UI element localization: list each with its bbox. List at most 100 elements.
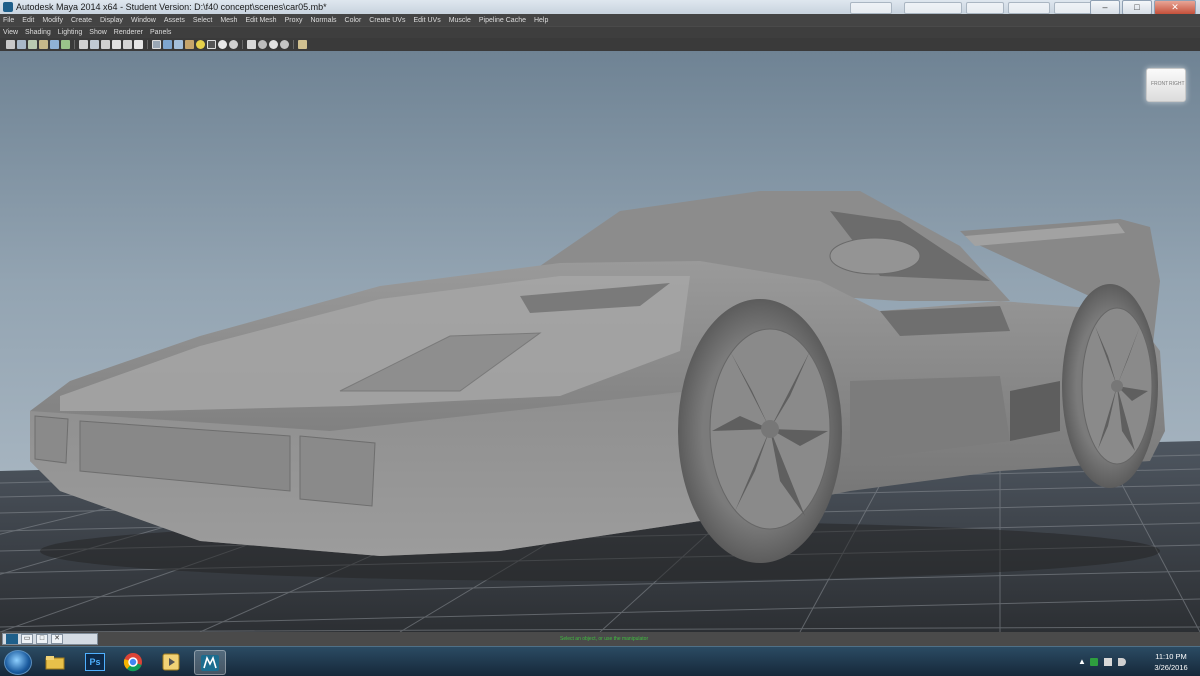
- media-player-icon: [162, 653, 180, 670]
- start-button[interactable]: [4, 650, 32, 675]
- chrome-icon: [123, 652, 142, 671]
- menu-muscle[interactable]: Muscle: [449, 17, 471, 24]
- view-cube-right-label: RIGHT: [1169, 81, 1185, 87]
- field-chart-icon[interactable]: [112, 40, 121, 49]
- title-bar-field: [904, 2, 962, 14]
- camera-attributes-icon[interactable]: [28, 40, 37, 49]
- side-intake: [1010, 381, 1060, 441]
- windows-taskbar: Ps ▲ 11:10 PM 3/26/2016: [0, 646, 1200, 676]
- title-bar-field: [850, 2, 892, 14]
- view-cube-front-label: FRONT: [1151, 81, 1169, 87]
- textured-icon[interactable]: [185, 40, 194, 49]
- taskbar-clock[interactable]: 11:10 PM 3/26/2016: [1150, 651, 1192, 673]
- photoshop-icon: Ps: [85, 652, 105, 671]
- motion-blur-icon[interactable]: [229, 40, 238, 49]
- taskbar-app-photoshop[interactable]: Ps: [80, 650, 110, 673]
- menu-edit-mesh[interactable]: Edit Mesh: [245, 17, 276, 24]
- close-button[interactable]: ✕: [1154, 0, 1196, 15]
- panel-menu-lighting[interactable]: Lighting: [58, 29, 83, 36]
- menu-create-uvs[interactable]: Create UVs: [369, 17, 405, 24]
- network-icon[interactable]: [1104, 658, 1112, 666]
- close-icon[interactable]: ✕: [51, 634, 63, 644]
- panel-menu-shading[interactable]: Shading: [25, 29, 51, 36]
- taskbar-app-chrome[interactable]: [118, 650, 148, 673]
- menu-display[interactable]: Display: [100, 17, 123, 24]
- menu-file[interactable]: File: [3, 17, 14, 24]
- xray-icon[interactable]: [247, 40, 256, 49]
- safe-action-icon[interactable]: [123, 40, 132, 49]
- show-hidden-icons-icon[interactable]: ▲: [1078, 658, 1086, 666]
- title-bar-field: [966, 2, 1004, 14]
- backface-icon[interactable]: [280, 40, 289, 49]
- clock-time: 11:10 PM: [1155, 652, 1187, 661]
- maya-icon: [6, 634, 18, 644]
- help-line-text: Select an object, or use the manipulator: [560, 636, 649, 642]
- bookmark-icon[interactable]: [39, 40, 48, 49]
- menu-edit[interactable]: Edit: [22, 17, 34, 24]
- maya-app-icon: [201, 654, 219, 671]
- file-explorer-icon: [45, 655, 65, 669]
- safe-title-icon[interactable]: [134, 40, 143, 49]
- xray-joints-icon[interactable]: [258, 40, 267, 49]
- ambient-occlusion-icon[interactable]: [218, 40, 227, 49]
- rear-hub: [1111, 380, 1123, 392]
- use-all-lights-icon[interactable]: [196, 40, 205, 49]
- menu-create[interactable]: Create: [71, 17, 92, 24]
- taskbar-app-explorer[interactable]: [40, 650, 70, 673]
- window-title-bar[interactable]: Autodesk Maya 2014 x64 - Student Version…: [0, 0, 1200, 15]
- maximize-button[interactable]: □: [1122, 0, 1152, 15]
- menu-pipeline-cache[interactable]: Pipeline Cache: [479, 17, 526, 24]
- shadows-icon[interactable]: [207, 40, 216, 49]
- gate-mask-icon[interactable]: [101, 40, 110, 49]
- volume-icon[interactable]: [1118, 658, 1126, 666]
- highlight-icon[interactable]: [298, 40, 307, 49]
- panel-menu-show[interactable]: Show: [89, 29, 107, 36]
- film-gate-icon[interactable]: [79, 40, 88, 49]
- title-bar-field: [1008, 2, 1050, 14]
- panel-menu-view[interactable]: View: [3, 29, 18, 36]
- maya-icon: [3, 2, 13, 12]
- toolbar-separator: [74, 40, 75, 49]
- menu-mesh[interactable]: Mesh: [220, 17, 237, 24]
- panel-toolbar: [0, 38, 1200, 52]
- taskbar-app-maya[interactable]: [194, 650, 226, 675]
- clock-date: 3/26/2016: [1154, 663, 1188, 672]
- menu-help[interactable]: Help: [534, 17, 548, 24]
- resolution-gate-icon[interactable]: [90, 40, 99, 49]
- menu-window[interactable]: Window: [131, 17, 156, 24]
- scene-render: [0, 191, 1200, 632]
- toolbar-separator: [147, 40, 148, 49]
- wireframe-on-shaded-icon[interactable]: [174, 40, 183, 49]
- isolate-select-icon[interactable]: [269, 40, 278, 49]
- toolbar-separator: [293, 40, 294, 49]
- panel-menu-renderer[interactable]: Renderer: [114, 29, 143, 36]
- maximize-icon[interactable]: □: [36, 634, 48, 644]
- taskbar-app-media[interactable]: [156, 650, 186, 673]
- panel-menu-panels[interactable]: Panels: [150, 29, 171, 36]
- menu-normals[interactable]: Normals: [310, 17, 336, 24]
- menu-color[interactable]: Color: [345, 17, 362, 24]
- minimized-panel[interactable]: ▭ □ ✕: [2, 633, 98, 645]
- camera-select-icon[interactable]: [6, 40, 15, 49]
- restore-icon[interactable]: ▭: [21, 634, 33, 644]
- minimize-button[interactable]: –: [1090, 0, 1120, 15]
- menu-edit-uvs[interactable]: Edit UVs: [413, 17, 440, 24]
- menu-proxy[interactable]: Proxy: [285, 17, 303, 24]
- image-plane-icon[interactable]: [50, 40, 59, 49]
- menu-assets[interactable]: Assets: [164, 17, 185, 24]
- help-line: ▭ □ ✕ Select an object, or use the manip…: [0, 632, 1200, 646]
- side-mirror: [829, 237, 921, 275]
- view-cube[interactable]: FRONT RIGHT: [1146, 68, 1186, 102]
- grid-toggle-icon[interactable]: [61, 40, 70, 49]
- smooth-shade-icon[interactable]: [163, 40, 172, 49]
- menu-select[interactable]: Select: [193, 17, 212, 24]
- toolbar-separator: [242, 40, 243, 49]
- left-light-housing: [34, 415, 69, 464]
- security-icon[interactable]: [1090, 658, 1098, 666]
- wireframe-icon[interactable]: [152, 40, 161, 49]
- perspective-viewport[interactable]: FRONT RIGHT: [0, 51, 1200, 632]
- panel-menu-bar: View Shading Lighting Show Renderer Pane…: [0, 26, 1200, 38]
- camera-lock-icon[interactable]: [17, 40, 26, 49]
- upper-side-vent: [880, 306, 1010, 336]
- menu-modify[interactable]: Modify: [42, 17, 63, 24]
